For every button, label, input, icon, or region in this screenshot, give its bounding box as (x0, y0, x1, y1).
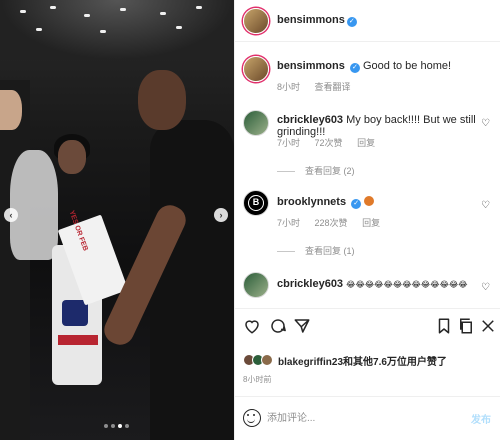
comment-bar: 发布 (235, 396, 500, 440)
author-username-row[interactable]: bensimmons ✓ (277, 14, 357, 27)
likes-summary[interactable]: blakegriffin23和其他7.6万位用户赞了 (243, 352, 447, 368)
comment-meta: 7小时 228次赞 回复 (277, 216, 392, 229)
copy-icon[interactable] (457, 317, 475, 335)
view-replies-link[interactable]: 查看回复 (1) (277, 244, 355, 257)
caption-text: Good to be home! (362, 60, 452, 72)
comment-username[interactable]: cbrickley603 (277, 278, 343, 290)
ceiling-light (196, 6, 202, 9)
post-timestamp: 8小时前 (243, 375, 272, 384)
action-bar (235, 308, 500, 342)
carousel-dots (104, 424, 129, 428)
post-photo: YES OR FEB ‹ › (0, 0, 234, 440)
carousel-dot (104, 424, 108, 428)
photo-jersey-stripe (58, 335, 98, 345)
likes-text[interactable]: blakegriffin23和其他7.6万位用户赞了 (278, 353, 447, 368)
bookmark-icon[interactable] (435, 317, 453, 335)
comment-time: 7小时 (277, 218, 301, 228)
carousel-prev-button[interactable]: ‹ (4, 208, 18, 222)
comment-username[interactable]: cbrickley603 (277, 114, 343, 126)
comment-likes[interactable]: 228次赞 (315, 218, 348, 228)
author-username[interactable]: bensimmons (277, 14, 345, 26)
post-panel: bensimmons ✓ bensimmons ✓ Good to be home… (234, 0, 500, 440)
verified-badge-icon: ✓ (349, 63, 360, 73)
more-options-icon[interactable] (479, 317, 497, 335)
photo-player-body (150, 120, 234, 440)
like-heart-icon[interactable] (243, 317, 261, 335)
nets-logo-icon: B (248, 195, 264, 211)
carousel-next-button[interactable]: › (214, 208, 228, 222)
comment-line: cbrickley603 😂😂😂😂😂😂😂😂😂😂😂😂😂 (277, 278, 477, 290)
comment-like-heart-icon[interactable]: ♡ (481, 118, 490, 129)
verified-badge-icon: ✓ (351, 199, 362, 209)
ceiling-light (50, 6, 56, 9)
emoji-icon[interactable] (243, 409, 261, 427)
caption-line: bensimmons ✓ Good to be home! (277, 60, 451, 73)
photo-sign-text: YES OR FEB (67, 209, 89, 252)
photo-player-head (138, 70, 186, 130)
comment-line: cbrickley603 My boy back!!!! But we stil… (277, 114, 477, 138)
comment-like-heart-icon[interactable]: ♡ (481, 200, 490, 211)
comment-avatar[interactable] (243, 272, 269, 298)
comment-avatar[interactable] (243, 110, 269, 136)
caption-avatar[interactable] (243, 56, 269, 82)
comment-username[interactable]: brooklynnets (277, 196, 346, 208)
caption-time: 8小时 (277, 82, 301, 92)
carousel-dot (111, 424, 115, 428)
carousel-dot-active (118, 424, 122, 428)
comment-bubble-icon[interactable] (269, 317, 287, 335)
photo-veil (10, 150, 58, 260)
comment-text: 😂😂😂😂😂😂😂😂😂😂😂😂😂 (346, 280, 468, 289)
ceiling-light (100, 30, 106, 33)
post-comment-button[interactable]: 发布 (471, 411, 491, 426)
share-send-icon[interactable] (293, 317, 311, 335)
comment-line: brooklynnets ✓ (277, 196, 375, 209)
comment-meta: 7小时 72次赞 回复 (277, 136, 387, 149)
ceiling-light (20, 10, 26, 13)
post-header: bensimmons ✓ (235, 0, 500, 42)
ceiling-light (176, 26, 182, 29)
caption-username[interactable]: bensimmons (277, 60, 345, 72)
ceiling-light (84, 14, 90, 17)
comment-input[interactable] (267, 409, 457, 427)
comment-likes[interactable]: 72次赞 (315, 138, 343, 148)
photo-fan-face (58, 140, 86, 174)
ceiling-light (36, 28, 42, 31)
comment-avatar[interactable]: B (243, 190, 269, 216)
view-replies-link[interactable]: 查看回复 (2) (277, 164, 355, 177)
ceiling-light (160, 12, 166, 15)
comment-reply-button[interactable]: 回复 (362, 218, 380, 228)
photo-person-left-face (0, 90, 22, 130)
comment-time: 7小时 (277, 138, 301, 148)
photo-person-left (0, 80, 30, 440)
see-translation-link[interactable]: 查看翻译 (315, 82, 351, 92)
carousel-dot (125, 424, 129, 428)
author-avatar[interactable] (243, 8, 269, 34)
basketball-emoji-icon (364, 196, 375, 206)
comment-reply-button[interactable]: 回复 (357, 138, 375, 148)
caption-meta: 8小时 查看翻译 (277, 80, 363, 93)
comment-like-heart-icon[interactable]: ♡ (481, 282, 490, 293)
ceiling-light (120, 8, 126, 11)
verified-badge-icon: ✓ (346, 17, 357, 27)
liker-avatar (261, 354, 273, 366)
